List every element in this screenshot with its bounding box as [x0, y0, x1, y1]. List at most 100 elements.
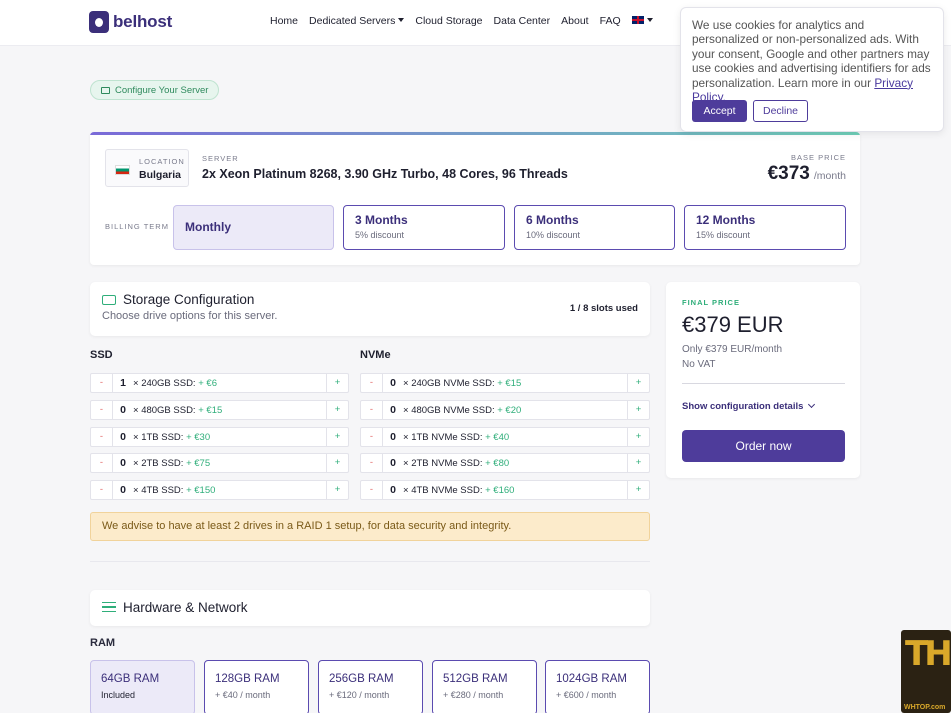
drive-name: 2TB NVMe SSD: — [411, 457, 483, 469]
ssd-row: - 0 × 2TB SSD: + €75 + — [90, 453, 349, 473]
increment-button[interactable]: + — [627, 481, 649, 499]
increment-button[interactable]: + — [627, 454, 649, 472]
configure-pill: Configure Your Server — [90, 80, 220, 100]
decrement-button[interactable]: - — [91, 481, 113, 499]
order-now-button[interactable]: Order now — [682, 430, 845, 462]
whtop-watermark: TH WHTOP.com — [901, 630, 951, 713]
drive-price: + €30 — [186, 431, 211, 443]
decrement-button[interactable]: - — [91, 374, 113, 392]
term-discount: 5% discount — [355, 230, 405, 240]
accept-button[interactable]: Accept — [692, 100, 747, 122]
term-3-months[interactable]: 3 Months 5% discount — [343, 205, 505, 250]
decline-button[interactable]: Decline — [753, 100, 808, 122]
divider — [682, 383, 845, 384]
slots-used: 1 / 8 slots used — [569, 303, 638, 314]
ram-price: + €600 / month — [556, 690, 617, 700]
nvme-row: - 0 × 2TB NVMe SSD: + €80 + — [360, 453, 650, 473]
drive-price: + €15 — [198, 404, 223, 416]
drive-qty[interactable]: 0 — [383, 431, 403, 443]
drive-name: 240GB NVMe SSD: — [411, 377, 495, 389]
base-price-amount: €373 — [767, 163, 810, 184]
term-name: 12 Months — [696, 213, 756, 227]
show-config-details[interactable]: Show configuration details — [682, 400, 816, 412]
logo[interactable]: belhost — [89, 11, 172, 33]
drive-qty[interactable]: 0 — [383, 404, 403, 416]
section-divider — [90, 561, 650, 562]
nav-faq[interactable]: FAQ — [600, 15, 621, 27]
drive-qty[interactable]: 0 — [113, 484, 133, 496]
sliders-icon — [102, 602, 116, 612]
cookie-banner: We use cookies for analytics and persona… — [680, 7, 944, 132]
increment-button[interactable]: + — [326, 374, 348, 392]
increment-button[interactable]: + — [326, 481, 348, 499]
nav-dedicated-servers[interactable]: Dedicated Servers — [309, 15, 405, 27]
logo-text: belhost — [113, 12, 173, 31]
drive-qty[interactable]: 0 — [383, 484, 403, 496]
nav-links: Home Dedicated Servers Cloud Storage Dat… — [270, 15, 653, 27]
drive-qty[interactable]: 0 — [113, 404, 133, 416]
decrement-button[interactable]: - — [361, 374, 383, 392]
ram-option-256gb[interactable]: 256GB RAM + €120 / month — [318, 660, 423, 713]
drive-name: 4TB SSD: — [141, 484, 184, 496]
decrement-button[interactable]: - — [361, 454, 383, 472]
decrement-button[interactable]: - — [361, 428, 383, 446]
storage-subtitle: Choose drive options for this server. — [102, 310, 278, 322]
ram-option-1024gb[interactable]: 1024GB RAM + €600 / month — [545, 660, 650, 713]
increment-button[interactable]: + — [326, 454, 348, 472]
ram-name: 512GB RAM — [443, 673, 508, 685]
ssd-row: - 0 × 4TB SSD: + €150 + — [90, 480, 349, 500]
caret-down-icon — [398, 18, 405, 22]
decrement-button[interactable]: - — [91, 428, 113, 446]
increment-button[interactable]: + — [627, 374, 649, 392]
term-monthly[interactable]: Monthly — [173, 205, 334, 250]
drive-qty[interactable]: 0 — [113, 431, 133, 443]
increment-button[interactable]: + — [326, 428, 348, 446]
nav-data-center[interactable]: Data Center — [494, 15, 551, 27]
increment-button[interactable]: + — [627, 401, 649, 419]
ram-option-64gb[interactable]: 64GB RAM Included — [90, 660, 195, 713]
drive-name: 480GB NVMe SSD: — [411, 404, 495, 416]
uk-flag-icon — [631, 16, 644, 24]
drive-qty[interactable]: 0 — [113, 457, 133, 469]
nvme-column-title: NVMe — [360, 349, 391, 361]
increment-button[interactable]: + — [326, 401, 348, 419]
nav-cloud-storage[interactable]: Cloud Storage — [415, 15, 482, 27]
ram-name: 1024GB RAM — [556, 673, 627, 685]
drive-price: + €6 — [198, 377, 217, 389]
location-box: LOCATION Bulgaria — [105, 149, 189, 187]
drive-label: × 480GB NVMe SSD: + €20 — [403, 404, 522, 416]
drive-label: × 240GB SSD: + €6 — [133, 377, 217, 389]
ram-option-128gb[interactable]: 128GB RAM + €40 / month — [204, 660, 309, 713]
ram-name: 256GB RAM — [329, 673, 394, 685]
decrement-button[interactable]: - — [91, 454, 113, 472]
storage-icon — [102, 295, 116, 305]
language-selector[interactable] — [631, 15, 653, 27]
term-6-months[interactable]: 6 Months 10% discount — [514, 205, 675, 250]
drive-qty[interactable]: 0 — [383, 377, 403, 389]
hardware-title: Hardware & Network — [123, 600, 248, 615]
decrement-button[interactable]: - — [91, 401, 113, 419]
ssd-row: - 0 × 480GB SSD: + €15 + — [90, 400, 349, 420]
drive-qty[interactable]: 1 — [113, 377, 133, 389]
location-value: Bulgaria — [139, 169, 182, 181]
drive-label: × 240GB NVMe SSD: + €15 — [403, 377, 522, 389]
final-price-card: FINAL PRICE €379 EUR Only €379 EUR/month… — [666, 282, 860, 478]
nav-about[interactable]: About — [561, 15, 588, 27]
decrement-button[interactable]: - — [361, 401, 383, 419]
ram-price: + €40 / month — [215, 690, 271, 700]
decrement-button[interactable]: - — [361, 481, 383, 499]
nav-dedicated-servers-label: Dedicated Servers — [309, 15, 396, 27]
ram-option-512gb[interactable]: 512GB RAM + €280 / month — [432, 660, 537, 713]
nav-home[interactable]: Home — [270, 15, 298, 27]
ssd-row: - 1 × 240GB SSD: + €6 + — [90, 373, 349, 393]
increment-button[interactable]: + — [627, 428, 649, 446]
configure-pill-label: Configure Your Server — [115, 84, 209, 96]
drive-label: × 1TB NVMe SSD: + €40 — [403, 431, 510, 443]
drive-label: × 2TB SSD: + €75 — [133, 457, 211, 469]
drive-label: × 4TB SSD: + €150 — [133, 484, 216, 496]
gradient-bar — [90, 132, 860, 135]
drive-qty[interactable]: 0 — [383, 457, 403, 469]
nvme-row: - 0 × 480GB NVMe SSD: + €20 + — [360, 400, 650, 420]
drive-label: × 2TB NVMe SSD: + €80 — [403, 457, 510, 469]
term-12-months[interactable]: 12 Months 15% discount — [684, 205, 846, 250]
